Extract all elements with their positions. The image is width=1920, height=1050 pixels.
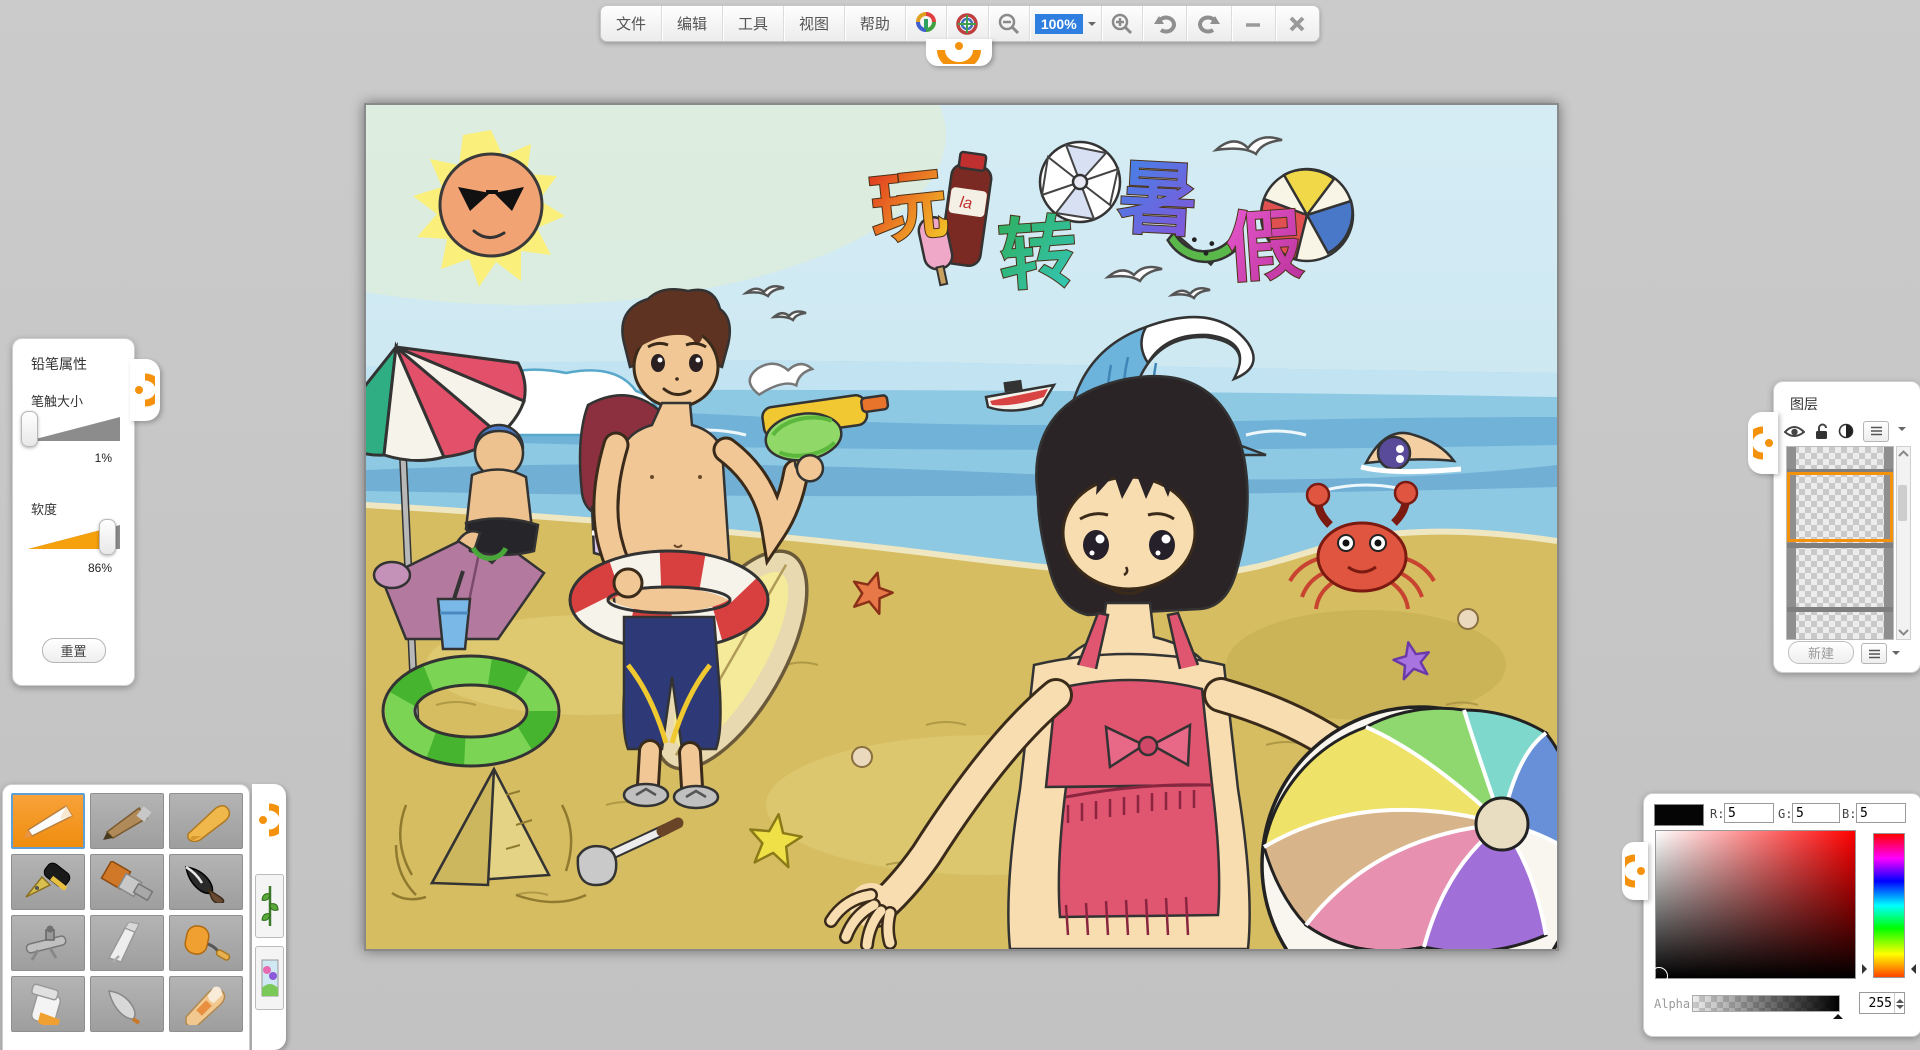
r-input[interactable] (1724, 803, 1774, 823)
main-toolbar: 文件 编辑 工具 视图 帮助 (600, 5, 1320, 42)
hue-marker-left-icon[interactable] (1862, 964, 1872, 974)
brush-panel-handle[interactable] (254, 790, 284, 850)
alpha-input[interactable] (1860, 993, 1894, 1013)
close-button[interactable] (1275, 6, 1319, 41)
layers-menu-button[interactable] (1863, 421, 1889, 442)
tool-wood-pencil[interactable] (90, 793, 164, 849)
alpha-spin-buttons[interactable] (1894, 993, 1905, 1013)
menu-view[interactable]: 视图 (783, 6, 844, 41)
b-label: B: (1842, 807, 1856, 821)
layer-options-caret-icon[interactable] (1892, 651, 1900, 659)
title-char-1: 玩 (866, 158, 951, 254)
drawing-canvas[interactable]: la (364, 103, 1559, 951)
menu-help[interactable]: 帮助 (844, 6, 905, 41)
tool-flat-brush[interactable] (90, 854, 164, 910)
tool-detail-knife[interactable] (90, 976, 164, 1032)
pencil-panel-handle[interactable] (130, 359, 160, 421)
tool-crayon[interactable] (169, 793, 243, 849)
lock-icon[interactable] (1814, 423, 1829, 440)
menu-edit[interactable]: 编辑 (661, 6, 722, 41)
pencil-panel-title: 铅笔属性 (31, 354, 87, 374)
minimize-button[interactable] (1231, 6, 1275, 41)
tool-paint-roller[interactable] (169, 915, 243, 971)
pencil-properties-panel: 铅笔属性 笔触大小 1% 软度 86% 重置 (12, 338, 135, 686)
brush-size-value: 1% (95, 451, 112, 465)
hue-marker-right-icon[interactable] (1906, 964, 1916, 974)
r-label: R: (1710, 807, 1724, 821)
alpha-label: Alpha (1654, 997, 1690, 1011)
layer-options (1861, 643, 1900, 664)
brush-size-handle[interactable] (21, 411, 38, 447)
hue-bar[interactable] (1873, 833, 1905, 978)
tool-ink-brush[interactable] (169, 854, 243, 910)
zoom-level-value[interactable]: 100% (1035, 14, 1083, 34)
blend-contrast-icon[interactable] (1838, 423, 1854, 439)
app-logo-icon[interactable] (905, 6, 946, 41)
scrollbar-thumb[interactable] (1898, 485, 1907, 521)
toolbar-drag-handle[interactable] (926, 39, 992, 66)
alpha-slider[interactable] (1692, 995, 1840, 1012)
layer-separator (1787, 607, 1893, 612)
g-input[interactable] (1792, 803, 1840, 823)
tool-airbrush[interactable] (11, 915, 85, 971)
stamp-image-button[interactable] (255, 946, 284, 1010)
selected-layer[interactable] (1787, 472, 1893, 542)
layers-panel-handle[interactable] (1748, 412, 1778, 474)
tool-palette-knife[interactable] (90, 915, 164, 971)
redo-button[interactable] (1186, 6, 1230, 41)
zoom-out-button[interactable] (988, 6, 1029, 41)
plant-brush-button[interactable] (255, 874, 284, 938)
tool-pencil[interactable] (11, 793, 85, 849)
tool-pen[interactable] (11, 854, 85, 910)
brush-size-slider[interactable] (28, 413, 120, 443)
b-input[interactable] (1856, 803, 1906, 823)
softness-label: 软度 (31, 499, 57, 518)
layer-options-button[interactable] (1861, 643, 1887, 664)
layer-list[interactable] (1786, 446, 1894, 640)
layers-toolbar (1784, 420, 1910, 442)
brush-size-label: 笔触大小 (31, 391, 83, 410)
brush-grid (11, 793, 241, 1032)
title-char-3: 暑 (1115, 151, 1200, 248)
current-color-swatch[interactable] (1654, 804, 1704, 826)
scroll-down-icon[interactable] (1898, 628, 1909, 636)
softness-handle[interactable] (99, 519, 116, 555)
tool-eraser-crayon[interactable] (169, 976, 243, 1032)
zoom-caret-icon[interactable] (1088, 22, 1096, 30)
title-char-4: 假 (1223, 199, 1305, 293)
alpha-gradient (1693, 996, 1839, 1011)
brush-side-tab (252, 784, 286, 1050)
layers-title: 图层 (1790, 394, 1818, 414)
alpha-marker-icon[interactable] (1833, 1009, 1843, 1019)
layer-scrollbar[interactable] (1896, 446, 1911, 640)
zoom-level-combo[interactable]: 100% (1029, 6, 1101, 41)
globe-icon[interactable] (946, 6, 987, 41)
new-layer-button[interactable]: 新建 (1788, 641, 1854, 664)
softness-value: 86% (88, 561, 112, 575)
layers-menu-caret-icon[interactable] (1898, 427, 1906, 435)
brush-palette-panel (2, 784, 250, 1050)
layer-separator (1787, 543, 1893, 548)
scroll-up-icon[interactable] (1898, 450, 1909, 458)
undo-button[interactable] (1142, 6, 1186, 41)
color-picker-panel: R: G: B: Alpha (1643, 793, 1920, 1037)
title-char-2: 转 (996, 207, 1080, 302)
layers-panel: 图层 (1773, 381, 1920, 673)
zoom-in-button[interactable] (1101, 6, 1142, 41)
svg-text:la: la (958, 194, 973, 213)
sv-cursor[interactable] (1650, 967, 1668, 985)
app-window: 文件 编辑 工具 视图 帮助 (0, 0, 1920, 1050)
g-label: G: (1778, 807, 1792, 821)
alpha-spinner (1859, 992, 1905, 1014)
color-panel-handle[interactable] (1622, 842, 1648, 900)
saturation-value-square[interactable] (1655, 830, 1856, 979)
visibility-eye-icon[interactable] (1784, 424, 1805, 439)
reset-button[interactable]: 重置 (42, 638, 106, 663)
menu-tools[interactable]: 工具 (722, 6, 783, 41)
tool-paint-jar[interactable] (11, 976, 85, 1032)
menu-file[interactable]: 文件 (601, 6, 661, 41)
